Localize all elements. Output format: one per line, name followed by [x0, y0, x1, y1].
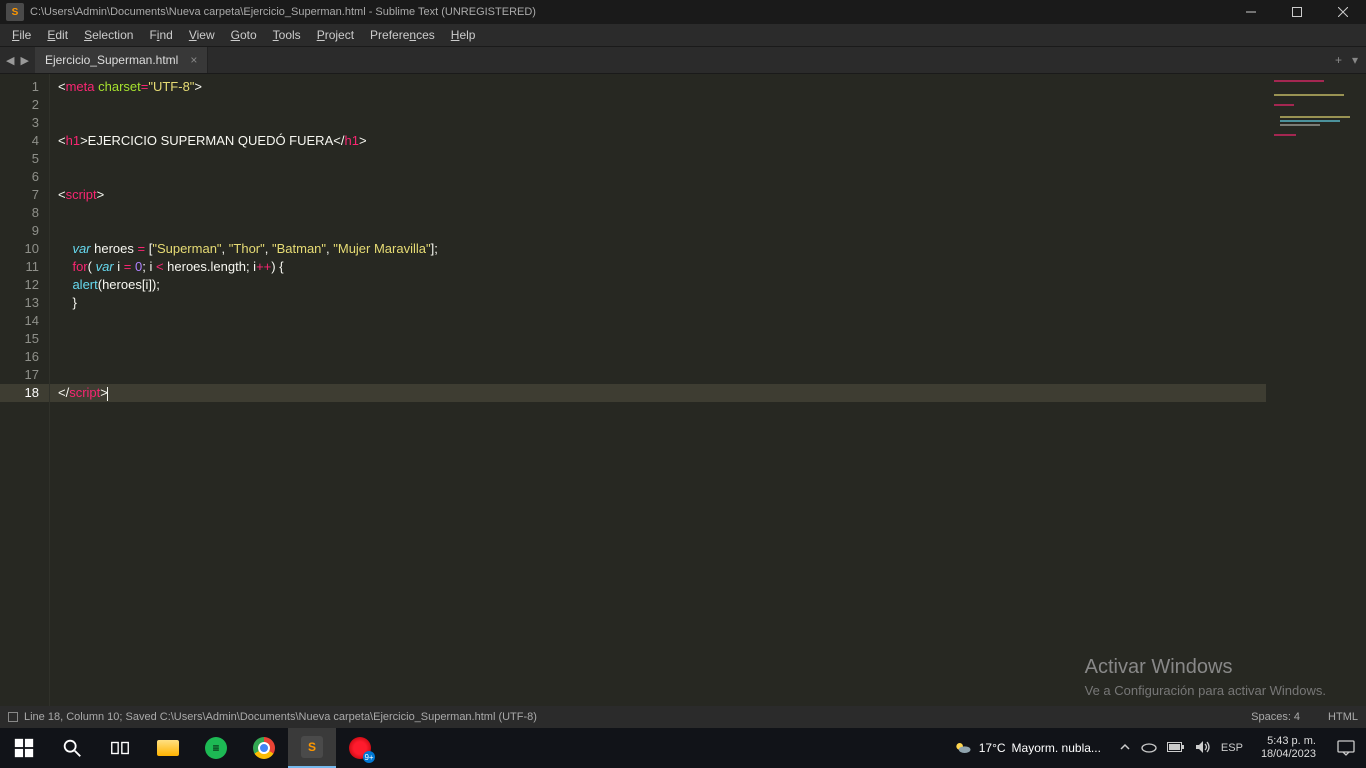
line-number: 18: [0, 384, 49, 402]
menu-file[interactable]: File: [4, 26, 39, 44]
opera-badge: 9+: [363, 751, 375, 763]
windows-taskbar: ≡ S 9+ 17°C Mayorm. nubla... ESP 5:43 p.…: [0, 728, 1366, 768]
code-area[interactable]: <meta charset="UTF-8"> <h1>EJERCICIO SUP…: [50, 74, 1266, 728]
weather-temp: 17°C: [979, 741, 1006, 755]
watermark-subtitle: Ve a Configuración para activar Windows.: [1085, 683, 1326, 698]
status-spaces[interactable]: Spaces: 4: [1251, 711, 1300, 723]
line-number: 5: [0, 150, 49, 168]
taskbar-sublime-text[interactable]: S: [288, 728, 336, 768]
tray-onedrive-icon[interactable]: [1141, 741, 1157, 756]
tab-label: Ejercicio_Superman.html: [45, 53, 178, 67]
taskbar-file-explorer[interactable]: [144, 728, 192, 768]
nav-forward-icon[interactable]: ▶: [20, 54, 28, 67]
minimap[interactable]: [1266, 74, 1366, 728]
tab-right-controls: + ▾: [1327, 47, 1366, 73]
window-controls: [1228, 0, 1366, 24]
menu-selection[interactable]: Selection: [76, 26, 141, 44]
clock-time: 5:43 p. m.: [1261, 735, 1316, 748]
line-number: 14: [0, 312, 49, 330]
nav-arrows: ◀ ▶: [0, 47, 35, 73]
menu-tools[interactable]: Tools: [265, 26, 309, 44]
taskbar-opera[interactable]: 9+: [336, 728, 384, 768]
close-button[interactable]: [1320, 0, 1366, 24]
tray-battery-icon[interactable]: [1167, 741, 1185, 755]
menu-help[interactable]: Help: [443, 26, 484, 44]
action-center-button[interactable]: [1326, 740, 1366, 756]
search-button[interactable]: [48, 728, 96, 768]
tray-volume-icon[interactable]: [1195, 740, 1211, 757]
status-bar: Line 18, Column 10; Saved C:\Users\Admin…: [0, 706, 1366, 728]
task-view-button[interactable]: [96, 728, 144, 768]
line-number: 17: [0, 366, 49, 384]
line-number: 7: [0, 186, 49, 204]
menu-goto[interactable]: Goto: [223, 26, 265, 44]
taskbar-spotify[interactable]: ≡: [192, 728, 240, 768]
line-number: 1: [0, 78, 49, 96]
tray-language[interactable]: ESP: [1221, 742, 1243, 754]
line-number: 9: [0, 222, 49, 240]
tray-chevron-up-icon[interactable]: [1119, 741, 1131, 756]
taskbar-clock[interactable]: 5:43 p. m. 18/04/2023: [1251, 735, 1326, 761]
tab-close-icon[interactable]: ×: [190, 53, 197, 67]
windows-activation-watermark: Activar Windows Ve a Configuración para …: [1085, 656, 1326, 698]
gutter: 123456789101112131415161718: [0, 74, 50, 728]
window-title: C:\Users\Admin\Documents\Nueva carpeta\E…: [30, 6, 1228, 18]
start-button[interactable]: [0, 728, 48, 768]
menu-preferences[interactable]: Preferences: [362, 26, 443, 44]
tab-spacer: [208, 47, 1327, 73]
line-number: 3: [0, 114, 49, 132]
weather-text: Mayorm. nubla...: [1012, 741, 1101, 755]
tab-ejercicio-superman[interactable]: Ejercicio_Superman.html ×: [35, 47, 208, 73]
line-number: 6: [0, 168, 49, 186]
taskbar-chrome[interactable]: [240, 728, 288, 768]
line-number: 2: [0, 96, 49, 114]
tab-bar: ◀ ▶ Ejercicio_Superman.html × + ▾: [0, 46, 1366, 74]
minimize-button[interactable]: [1228, 0, 1274, 24]
line-number: 11: [0, 258, 49, 276]
clock-date: 18/04/2023: [1261, 748, 1316, 761]
line-number: 16: [0, 348, 49, 366]
menu-view[interactable]: View: [181, 26, 223, 44]
system-tray: ESP: [1111, 740, 1251, 757]
menu-find[interactable]: Find: [141, 26, 180, 44]
menu-project[interactable]: Project: [309, 26, 362, 44]
titlebar: S C:\Users\Admin\Documents\Nueva carpeta…: [0, 0, 1366, 24]
maximize-button[interactable]: [1274, 0, 1320, 24]
menu-edit[interactable]: Edit: [39, 26, 76, 44]
line-number: 4: [0, 132, 49, 150]
line-number: 10: [0, 240, 49, 258]
text-cursor: [107, 387, 108, 401]
menubar: File Edit Selection Find View Goto Tools…: [0, 24, 1366, 46]
tab-menu-icon[interactable]: ▾: [1352, 53, 1358, 67]
line-number: 15: [0, 330, 49, 348]
line-number: 13: [0, 294, 49, 312]
taskbar-weather[interactable]: 17°C Mayorm. nubla...: [943, 738, 1111, 758]
nav-back-icon[interactable]: ◀: [6, 54, 14, 67]
status-left: Line 18, Column 10; Saved C:\Users\Admin…: [24, 711, 537, 723]
line-number: 8: [0, 204, 49, 222]
app-icon: S: [6, 3, 24, 21]
editor: 123456789101112131415161718 <meta charse…: [0, 74, 1366, 728]
panel-toggle-icon[interactable]: [8, 712, 18, 722]
line-number: 12: [0, 276, 49, 294]
status-language[interactable]: HTML: [1328, 711, 1358, 723]
watermark-title: Activar Windows: [1085, 656, 1326, 679]
new-tab-icon[interactable]: +: [1335, 53, 1342, 67]
